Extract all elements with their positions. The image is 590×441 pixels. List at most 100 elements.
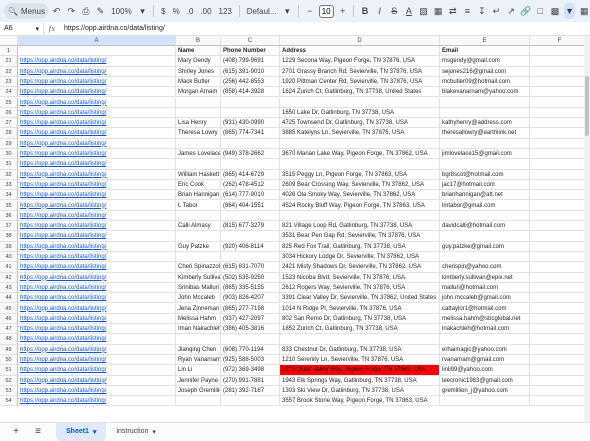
cell-a[interactable]: https://opp.airdna.co/data/listing/ — [18, 179, 176, 191]
row-number[interactable]: 50 — [0, 355, 18, 366]
cell-e[interactable] — [440, 159, 530, 170]
strikethrough-button[interactable]: S — [388, 3, 400, 19]
cell-a[interactable]: https://opp.airdna.co/data/listing/ — [18, 169, 176, 180]
cell-d[interactable]: 1943 Elk Springs Way, Gatlinburg, TN 377… — [280, 375, 440, 386]
name-box[interactable]: A6 ▾ — [0, 22, 44, 35]
cell-b[interactable] — [176, 210, 221, 222]
cell-c[interactable]: (262) 478-4512 — [221, 179, 280, 191]
cell-f[interactable] — [530, 293, 590, 304]
cell-b[interactable]: Mack Butler — [176, 76, 221, 88]
bold-button[interactable]: B — [359, 3, 371, 19]
cell-b[interactable] — [176, 159, 221, 170]
cell-a[interactable]: https://opp.airdna.co/data/listing/ — [18, 221, 176, 232]
cell-d[interactable]: 3531 Bear Pen Gap Rd, Sevierville, TN 37… — [280, 231, 440, 242]
all-sheets-button[interactable]: ≡ — [30, 426, 46, 437]
row-number[interactable]: 46 — [0, 313, 18, 325]
cell-a[interactable]: https://opp.airdna.co/data/listing/ — [18, 159, 176, 170]
cell-d[interactable]: 3034 Hickory Lodge Dr, Sevierville, TN 3… — [280, 252, 440, 263]
font-size-input[interactable]: 10 — [318, 4, 334, 18]
cell-c[interactable]: (386) 405-3816 — [221, 324, 280, 335]
cell-f[interactable] — [530, 66, 590, 77]
header-cell-d[interactable]: Address — [280, 46, 440, 57]
row-number[interactable]: 40 — [0, 252, 18, 263]
cell-b[interactable]: Lisa Henry — [176, 118, 221, 129]
select-all-corner[interactable] — [0, 36, 18, 46]
font-select[interactable]: Defaul... — [245, 7, 279, 16]
menus-search[interactable]: 🔍 Menus — [4, 3, 48, 19]
cell-b[interactable]: Lin Li — [176, 365, 221, 376]
cell-a[interactable]: https://opp.airdna.co/data/listing/ — [18, 241, 176, 252]
cell-f[interactable] — [530, 375, 590, 386]
cell-c[interactable]: (972) 369-3498 — [221, 365, 280, 376]
cell-e[interactable]: davidcalli@hotmail.com — [440, 221, 530, 232]
row-number[interactable]: 51 — [0, 365, 18, 376]
cell-a[interactable]: https://opp.airdna.co/data/listing/ — [18, 344, 176, 355]
cell-b[interactable] — [176, 231, 221, 242]
cell-a[interactable]: https://opp.airdna.co/data/listing/ — [18, 262, 176, 273]
minus-icon[interactable]: − — [304, 3, 316, 19]
cell-d[interactable]: 2270 Quail Valley Way, Pigeon Forge, TN … — [280, 365, 440, 376]
cell-b[interactable]: Ryan Vanarnam — [176, 355, 221, 366]
cell-d[interactable] — [280, 210, 440, 222]
cell-e[interactable] — [440, 210, 530, 222]
undo-icon[interactable]: ↶ — [51, 3, 63, 19]
cell-f[interactable] — [530, 128, 590, 139]
cell-a[interactable]: https://opp.airdna.co/data/listing/ — [18, 66, 176, 77]
cell-a[interactable]: https://opp.airdna.co/data/listing/ — [18, 293, 176, 304]
cell-c[interactable]: (408) 799-9691 — [221, 56, 280, 67]
sheet-tab[interactable]: Sheet1 ▾ — [56, 422, 107, 441]
row-number[interactable]: 48 — [0, 334, 18, 345]
row-number[interactable]: 42 — [0, 272, 18, 283]
increase-decimal-button[interactable]: .00 — [198, 7, 213, 16]
cell-f[interactable] — [530, 56, 590, 67]
cell-c[interactable] — [221, 252, 280, 263]
cell-b[interactable]: Melissa Hahm — [176, 313, 221, 325]
cell-c[interactable] — [221, 138, 280, 149]
cell-d[interactable]: 3557 Brook Stone Way, Pigeon Forge, TN 3… — [280, 396, 440, 407]
cell-a[interactable]: https://opp.airdna.co/data/listing/ — [18, 282, 176, 294]
row-number[interactable]: 24 — [0, 87, 18, 98]
cell-f[interactable] — [530, 76, 590, 88]
row-number[interactable]: 22 — [0, 66, 18, 77]
cell-e[interactable]: mcbutler09@hotmail.com — [440, 76, 530, 88]
cell-d[interactable]: 3391 Clear Valley Dr, Sevierville, TN 37… — [280, 293, 440, 304]
cell-d[interactable]: 2612 Rogers Way, Sevierville, TN 37876, … — [280, 282, 440, 294]
cell-f[interactable] — [530, 149, 590, 160]
cell-c[interactable]: (614) 777-9010 — [221, 190, 280, 201]
cell-d[interactable]: 4026 Ola Smoky Way, Sevierville, TN 3786… — [280, 190, 440, 201]
cell-e[interactable] — [440, 138, 530, 149]
row-number[interactable]: 32 — [0, 169, 18, 180]
cell-e[interactable] — [440, 231, 530, 242]
header-cell-e[interactable]: Email — [440, 46, 530, 57]
cell-f[interactable] — [530, 159, 590, 170]
decrease-decimal-button[interactable]: .0 — [185, 7, 196, 16]
merge-icon[interactable]: ⇄ — [447, 3, 459, 19]
row-number[interactable]: 33 — [0, 179, 18, 191]
vertical-scrollbar[interactable] — [584, 36, 590, 422]
cell-b[interactable] — [176, 252, 221, 263]
print-icon[interactable]: ⎙ — [80, 3, 92, 19]
row-number[interactable]: 1 — [0, 46, 18, 57]
comment-icon[interactable]: □ — [535, 3, 547, 19]
cell-b[interactable] — [176, 334, 221, 345]
cell-e[interactable] — [440, 396, 530, 407]
header-cell-b[interactable]: Name — [176, 46, 221, 57]
column-header-e[interactable]: E — [440, 36, 530, 46]
row-number[interactable]: 21 — [0, 56, 18, 67]
cell-f[interactable] — [530, 210, 590, 222]
cell-a[interactable]: https://opp.airdna.co/data/listing/ — [18, 190, 176, 201]
table-view-icon[interactable]: ▦ — [578, 3, 590, 19]
sheet-tab[interactable]: instruction ▾ — [106, 423, 165, 441]
cell-f[interactable] — [530, 313, 590, 325]
cell-e[interactable]: blakevanarnam@yahoo.com — [440, 87, 530, 98]
cell-e[interactable]: rvanarnam@gmail.com — [440, 355, 530, 366]
cell-a[interactable]: https://opp.airdna.co/data/listing/ — [18, 252, 176, 263]
row-number[interactable]: 43 — [0, 282, 18, 294]
cell-e[interactable]: cherispin@yahoo.com — [440, 262, 530, 273]
cell-e[interactable] — [440, 252, 530, 263]
cell-b[interactable]: Morgan Arnam — [176, 87, 221, 98]
zoom-select[interactable]: 100% — [109, 7, 133, 16]
cell-f[interactable] — [530, 303, 590, 314]
cell-a[interactable]: https://opp.airdna.co/data/listing/ — [18, 396, 176, 407]
cell-a[interactable]: https://opp.airdna.co/data/listing/ — [18, 272, 176, 283]
